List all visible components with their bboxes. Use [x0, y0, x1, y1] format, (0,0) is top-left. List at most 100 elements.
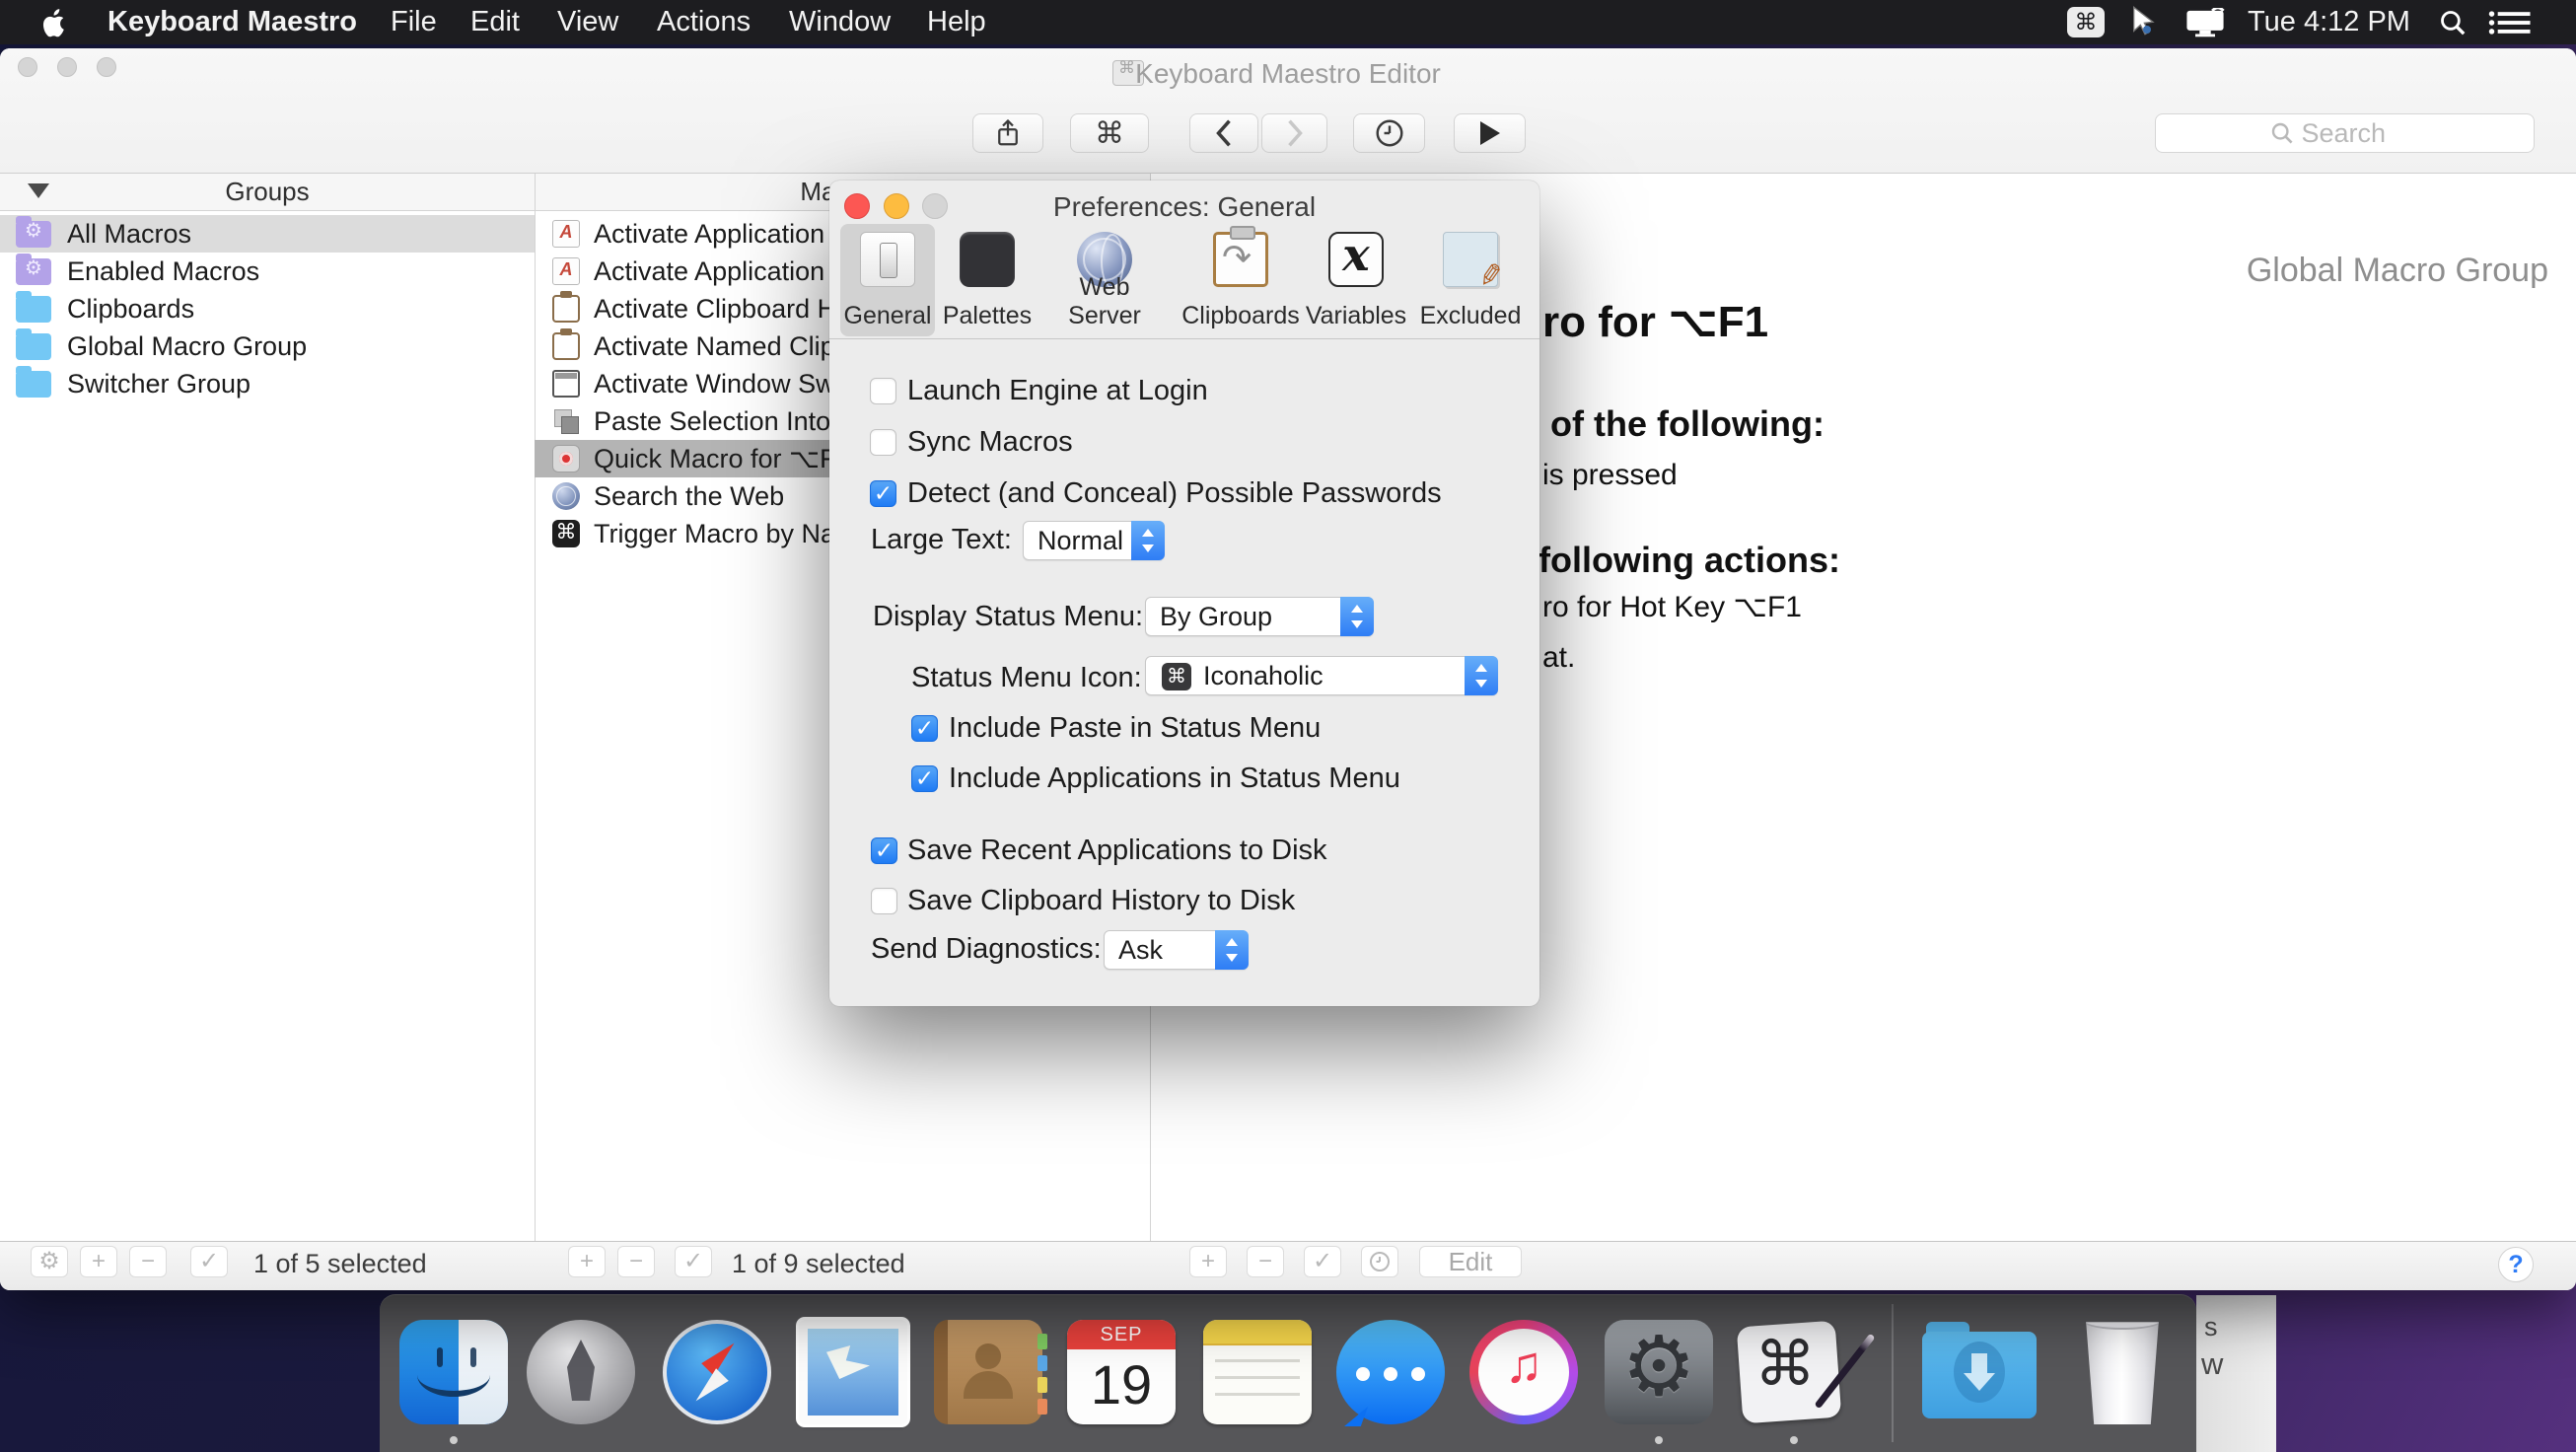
menu-help[interactable]: Help [927, 0, 986, 44]
group-action-gear-button[interactable]: ⚙ [31, 1246, 68, 1277]
detail-action-line-fragment: ro for Hot Key ⌥F1 [1542, 591, 1802, 623]
share-button[interactable] [972, 113, 1043, 153]
large-text-popup[interactable]: Normal [1023, 521, 1165, 560]
finder-running-dot [450, 1436, 458, 1444]
menu-window[interactable]: Window [789, 0, 891, 44]
contacts-dock-icon[interactable] [934, 1320, 1047, 1424]
messages-dock-icon[interactable] [1336, 1320, 1445, 1426]
keyboard-maestro-dock-icon[interactable]: ⌘ [1736, 1320, 1876, 1424]
save-recent-checkbox[interactable] [871, 837, 897, 864]
sort-triangle-icon[interactable] [28, 183, 49, 198]
menu-view[interactable]: View [557, 0, 618, 44]
search-icon [2271, 122, 2293, 144]
macro-label: Activate Clipboard Hist [594, 293, 864, 324]
save-clipboard-label: Save Clipboard History to Disk [907, 885, 1296, 916]
tab-palettes[interactable]: Palettes [933, 224, 1041, 336]
general-switch-icon [860, 232, 915, 287]
status-menu-icon-popup[interactable]: ⌘ Iconaholic [1145, 656, 1498, 695]
calendar-dock-icon[interactable]: SEP 19 [1067, 1320, 1176, 1424]
popup-stepper-icon [1465, 656, 1498, 695]
menu-actions[interactable]: Actions [657, 0, 751, 44]
save-clipboard-checkbox[interactable] [871, 888, 897, 914]
remove-macro-button[interactable]: − [617, 1246, 655, 1277]
tab-web-server[interactable]: Web Server [1040, 224, 1169, 336]
include-paste-checkbox[interactable] [911, 715, 938, 742]
include-apps-checkbox[interactable] [911, 765, 938, 792]
search-input[interactable] [2301, 117, 2420, 149]
trash-dock-icon[interactable] [2086, 1322, 2159, 1424]
play-icon [1479, 121, 1500, 145]
mail-dock-icon[interactable] [799, 1320, 907, 1424]
apple-menu-icon[interactable] [41, 0, 67, 44]
menu-file[interactable]: File [391, 0, 437, 44]
remove-group-button[interactable]: − [129, 1246, 167, 1277]
system-preferences-dock-icon[interactable]: ⚙ [1605, 1318, 1713, 1424]
calendar-day: 19 [1090, 1353, 1153, 1416]
group-row-global-macro-group[interactable]: Global Macro Group [0, 327, 535, 365]
forward-button[interactable] [1261, 113, 1327, 153]
macros-selection-count: 1 of 9 selected [732, 1249, 905, 1278]
toggle-group-enable-button[interactable]: ✓ [190, 1246, 228, 1277]
notes-dock-icon[interactable] [1203, 1320, 1312, 1424]
group-label: Global Macro Group [67, 330, 308, 361]
groups-column-header[interactable]: Groups [0, 174, 535, 211]
window-title: Keyboard Maestro Editor [1135, 58, 1441, 89]
menu-app-name[interactable]: Keyboard Maestro [107, 0, 357, 44]
display-status-icon[interactable] [2183, 6, 2227, 42]
add-action-button[interactable]: + [1189, 1246, 1227, 1277]
recent-clock-button[interactable] [1353, 113, 1425, 153]
command-palette-button[interactable]: ⌘ [1070, 113, 1149, 153]
save-recent-label: Save Recent Applications to Disk [907, 835, 1327, 866]
group-row-enabled-macros[interactable]: ⚙ Enabled Macros [0, 253, 535, 290]
downloads-dock-icon[interactable] [1922, 1320, 2037, 1424]
popup-value: By Group [1160, 602, 1273, 631]
remove-action-button[interactable]: − [1247, 1246, 1284, 1277]
menu-bar: Keyboard Maestro File Edit View Actions … [0, 0, 2576, 44]
notification-center-icon[interactable] [2488, 10, 2532, 40]
send-diagnostics-popup[interactable]: Ask [1104, 930, 1249, 970]
group-folder-icon [16, 365, 51, 398]
pointer-status-icon[interactable] [2128, 5, 2158, 42]
popup-stepper-icon [1131, 521, 1165, 560]
safari-dock-icon[interactable] [663, 1320, 771, 1424]
menu-clock[interactable]: Tue 4:12 PM [2248, 0, 2410, 44]
tab-clipboards[interactable]: Clipboards [1177, 224, 1305, 336]
tab-label: Variables [1305, 302, 1407, 329]
smart-group-folder-icon: ⚙ [16, 215, 51, 248]
add-macro-button[interactable]: + [568, 1246, 606, 1277]
background-window-fragment: s w [2196, 1295, 2276, 1452]
tab-label: Web Server [1068, 273, 1141, 329]
km-status-menu-icon[interactable]: ⌘ [2067, 7, 2105, 37]
edit-button[interactable]: Edit [1419, 1246, 1522, 1277]
menu-edit[interactable]: Edit [470, 0, 520, 44]
macro-label: Search the Web [594, 480, 785, 511]
toggle-action-enable-button[interactable]: ✓ [1304, 1246, 1341, 1277]
tab-excluded[interactable]: Excluded [1416, 224, 1525, 336]
launchpad-dock-icon[interactable] [527, 1320, 635, 1424]
include-apps-label: Include Applications in Status Menu [949, 762, 1400, 794]
tab-general[interactable]: General [833, 224, 942, 336]
group-row-all-macros[interactable]: ⚙ All Macros [0, 215, 535, 253]
tab-variables[interactable]: Variables [1302, 224, 1410, 336]
itunes-dock-icon[interactable]: ♫ [1469, 1320, 1578, 1424]
record-timing-button[interactable] [1361, 1246, 1398, 1277]
launch-engine-checkbox[interactable] [870, 378, 896, 404]
add-group-button[interactable]: + [80, 1246, 117, 1277]
gear-icon: ⚙ [1621, 1318, 1696, 1415]
toolbar-search-field[interactable] [2155, 113, 2535, 153]
help-button[interactable]: ? [2498, 1247, 2534, 1282]
group-row-clipboards[interactable]: Clipboards [0, 290, 535, 327]
run-macro-button[interactable] [1454, 113, 1526, 153]
detect-passwords-checkbox[interactable] [870, 480, 896, 507]
macro-label: Activate Application La [594, 218, 862, 249]
display-status-menu-popup[interactable]: By Group [1145, 597, 1374, 636]
sync-macros-checkbox[interactable] [870, 429, 896, 456]
toggle-macro-enable-button[interactable]: ✓ [675, 1246, 712, 1277]
spotlight-icon[interactable] [2439, 9, 2467, 41]
group-label: Enabled Macros [67, 255, 260, 286]
back-button[interactable] [1189, 113, 1258, 153]
finder-dock-icon[interactable] [399, 1320, 508, 1424]
group-row-switcher-group[interactable]: Switcher Group [0, 365, 535, 402]
launch-engine-label: Launch Engine at Login [907, 375, 1208, 406]
popup-stepper-icon [1340, 597, 1374, 636]
